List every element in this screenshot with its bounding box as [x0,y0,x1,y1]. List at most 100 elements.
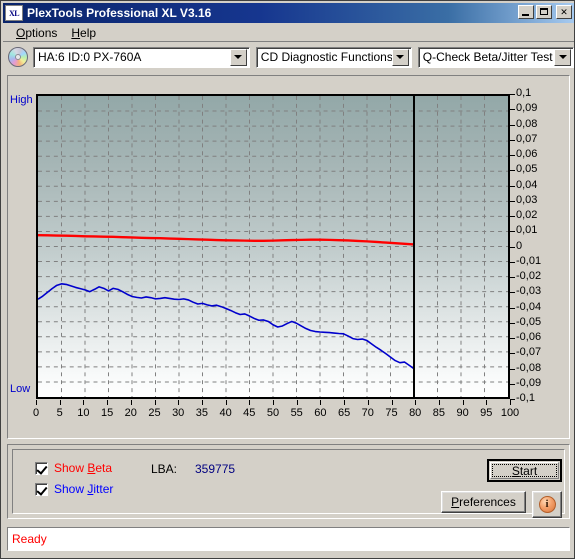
menu-item-options[interactable]: Options [9,25,64,41]
y-tick-label: 0,05 [516,163,538,176]
chart-label-high: High [10,94,33,106]
y-tick-mark [510,170,515,172]
x-tick-mark [462,400,464,405]
series-beta [38,234,415,246]
x-tick-mark [320,400,322,405]
y-tick-mark [510,307,515,309]
menu-item-help-label: elp [80,25,97,40]
show-jitter-checkbox[interactable] [35,482,48,496]
y-tick-label: 0,02 [516,209,538,221]
maximize-button[interactable] [536,5,552,19]
x-tick-label: 15 [100,407,114,419]
x-tick-label: 55 [290,407,303,419]
window-controls: ✕ [518,5,572,19]
chevron-down-icon[interactable] [554,48,571,66]
y-tick-mark [510,383,515,385]
show-beta-checkbox[interactable] [35,461,48,475]
y-tick-mark [510,277,515,278]
y-tick-label: 0,08 [516,117,538,130]
x-tick-label: 60 [314,407,327,419]
x-tick-mark [130,400,132,405]
x-tick-label: 0 [32,407,40,419]
y-tick-mark [510,155,515,156]
app-icon: XL [5,5,23,21]
y-tick-label: -0,07 [516,346,542,359]
y-tick-label: -0,09 [516,376,542,389]
minimize-button[interactable] [518,5,534,19]
options-panel: Show Beta Show Jitter LBA: 359775 Start … [7,444,570,519]
title-bar: XL PlexTools Professional XL V3.16 ✕ [3,3,574,23]
x-tick-label: 80 [409,407,422,419]
chart-plot[interactable] [36,94,510,399]
x-tick-label: 95 [480,407,493,419]
function-select-value: CD Diagnostic Functions [260,50,392,64]
y-tick-mark [510,322,515,324]
info-button[interactable]: i [532,491,562,518]
y-tick-mark [510,200,515,202]
function-select[interactable]: CD Diagnostic Functions [255,46,412,68]
y-tick-mark [510,292,515,294]
show-beta-label: Show Beta [54,461,113,475]
y-tick-label: 0,09 [516,102,538,115]
x-tick-label: 70 [361,407,374,419]
test-select[interactable]: Q-Check Beta/Jitter Test [417,46,574,68]
series-jitter [38,283,415,370]
y-tick-mark [510,185,515,187]
y-tick-mark [510,261,515,263]
y-tick-mark [510,216,515,217]
x-tick-mark [510,400,511,405]
x-tick-mark [107,400,109,405]
x-tick-mark [154,400,156,405]
y-tick-mark [510,368,515,370]
x-tick-label: 35 [195,407,209,419]
y-tick-label: 0,07 [516,132,538,145]
drive-select[interactable]: HA:6 ID:0 PX-760A [33,46,250,68]
start-button-label: Start [511,463,538,478]
y-tick-label: -0,04 [516,300,542,313]
x-tick-label: 10 [77,407,90,419]
y-tick-mark [510,231,515,233]
y-tick-label: -0,03 [516,285,542,298]
status-text: Ready [12,532,47,546]
x-tick-label: 50 [266,407,280,419]
minimize-icon [522,14,529,16]
y-tick-label: 0 [516,239,523,252]
chart-panel: High Low 0,1 0,09 0,08 0,07 0,06 0,05 0,04 0,03… [7,75,570,439]
lba-label: LBA: [151,462,178,476]
y-tick-label: -0,01 [516,254,542,267]
y-tick-label: -0,02 [516,270,542,282]
x-tick-label: 30 [172,407,185,419]
x-tick-mark [273,400,274,405]
close-button[interactable]: ✕ [556,5,572,19]
x-tick-label: 5 [56,407,63,419]
x-tick-label: 65 [337,407,351,419]
x-tick-mark [59,400,61,405]
toolbar: HA:6 ID:0 PX-760A CD Diagnostic Function… [3,44,574,70]
menu-item-help[interactable]: Help [64,25,103,41]
x-tick-label: 20 [124,407,137,419]
y-tick-label: 0,04 [516,178,538,191]
x-tick-label: 45 [243,407,256,419]
info-icon: i [538,496,556,513]
x-tick-label: 25 [148,407,161,419]
y-tick-label: -0,08 [516,361,542,374]
x-tick-mark [178,400,180,405]
x-tick-mark [438,400,440,405]
show-jitter-row[interactable]: Show Jitter [35,482,113,496]
y-tick-mark [510,139,515,141]
y-tick-mark [510,124,515,126]
x-tick-label: 75 [385,407,398,419]
chart-label-low: Low [10,383,31,395]
start-button[interactable]: Start [487,459,562,482]
lba-value: 359775 [195,462,236,476]
preferences-button[interactable]: Preferences [441,491,526,513]
show-beta-row[interactable]: Show Beta [35,461,112,475]
window-title: PlexTools Professional XL V3.16 [27,6,212,20]
x-tick-label: 90 [456,407,469,419]
chevron-down-icon[interactable] [391,48,409,66]
y-tick-label: -0,1 [516,392,535,404]
y-tick-label: 0,06 [516,148,538,160]
chevron-down-icon[interactable] [229,48,247,66]
preferences-button-label: Preferences [451,495,516,509]
x-tick-label: 100 [500,407,520,419]
